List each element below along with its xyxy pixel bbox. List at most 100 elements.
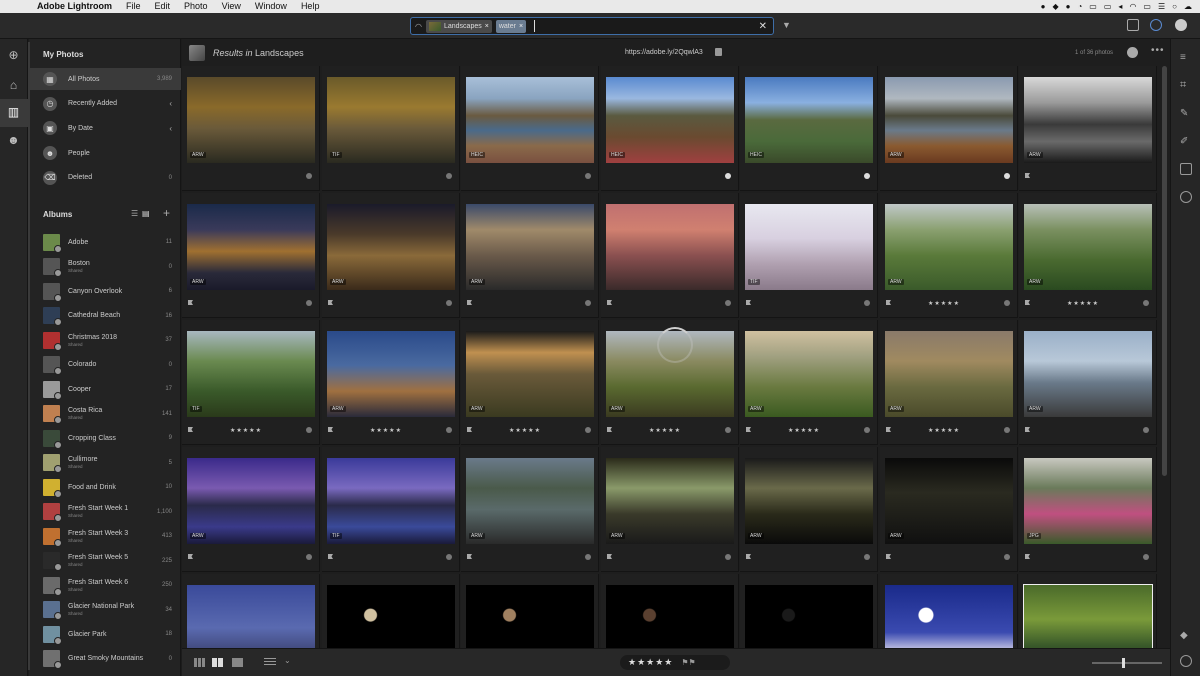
album-item[interactable]: Cropping Class 9 bbox=[29, 426, 181, 451]
photo-thumbnail[interactable] bbox=[1024, 331, 1152, 417]
photo-thumbnail-cell[interactable]: ARW ★★★★★ bbox=[740, 320, 878, 445]
add-album-icon[interactable]: + bbox=[163, 206, 170, 220]
star-rating[interactable]: ★★★★★ bbox=[880, 300, 1008, 307]
photo-thumbnail[interactable] bbox=[327, 77, 455, 163]
search-icon[interactable]: ○ bbox=[1172, 2, 1177, 11]
grid-scrollbar[interactable] bbox=[1162, 66, 1167, 476]
search-chip-keyword[interactable]: water × bbox=[495, 19, 527, 33]
flag-icon[interactable] bbox=[328, 554, 333, 559]
radial-filter-icon[interactable] bbox=[1180, 191, 1192, 203]
photo-thumbnail[interactable] bbox=[606, 204, 734, 290]
photo-thumbnail-cell[interactable]: ARW bbox=[1019, 66, 1157, 191]
photo-thumbnail[interactable] bbox=[1024, 77, 1152, 163]
nav-item-by-date[interactable]: ▣ By Date ‹ bbox=[29, 117, 181, 139]
flag-icon[interactable] bbox=[746, 554, 751, 559]
flag-icon[interactable] bbox=[607, 300, 612, 305]
creative-cloud-icon[interactable]: ● bbox=[1041, 2, 1046, 11]
photo-thumbnail[interactable] bbox=[745, 458, 873, 544]
healing-brush-icon[interactable]: ✎ bbox=[1180, 107, 1192, 119]
album-item[interactable]: Fresh Start Week 5 Shared 225 bbox=[29, 549, 181, 574]
photo-thumbnail-cell[interactable]: ARW bbox=[880, 66, 1018, 191]
edit-sliders-icon[interactable]: ≡ bbox=[1180, 51, 1192, 63]
rating-filter[interactable]: ★★★★★ ⚑⚑ bbox=[620, 655, 730, 670]
menu-view[interactable]: View bbox=[215, 0, 248, 13]
photo-thumbnail[interactable] bbox=[745, 77, 873, 163]
flag-icon[interactable] bbox=[188, 300, 193, 305]
star-rating[interactable]: ★★★★★ bbox=[1019, 300, 1147, 307]
flag-icon[interactable] bbox=[886, 554, 891, 559]
battery-icon[interactable]: ▭ bbox=[1143, 2, 1151, 11]
flag-icon[interactable] bbox=[467, 554, 472, 559]
photo-thumbnail-cell[interactable]: ARW ★★★★★ bbox=[880, 193, 1018, 318]
photo-thumbnail[interactable] bbox=[745, 331, 873, 417]
share-upload-icon[interactable] bbox=[1127, 19, 1139, 31]
search-input[interactable]: ◠ Landscapes × water × ✕ bbox=[410, 17, 774, 35]
info-icon[interactable] bbox=[1180, 655, 1192, 667]
photo-thumbnail[interactable] bbox=[466, 331, 594, 417]
photo-thumbnail-cell[interactable]: ARW bbox=[740, 447, 878, 572]
tag-icon[interactable]: ◆ bbox=[1180, 629, 1192, 641]
star-rating[interactable]: ★★★★★ bbox=[322, 427, 450, 434]
album-item[interactable]: Food and Drink 10 bbox=[29, 475, 181, 500]
photo-thumbnail[interactable] bbox=[745, 204, 873, 290]
photo-thumbnail-cell[interactable]: ARW bbox=[1019, 320, 1157, 445]
brush-icon[interactable]: ✐ bbox=[1180, 135, 1192, 147]
photo-thumbnail[interactable] bbox=[327, 204, 455, 290]
album-item[interactable]: Glacier Park 18 bbox=[29, 622, 181, 647]
sort-dropdown-chevron-icon[interactable]: ⌄ bbox=[284, 656, 291, 665]
album-item[interactable]: Cullimore Shared 5 bbox=[29, 451, 181, 476]
menu-photo[interactable]: Photo bbox=[177, 0, 215, 13]
photo-thumbnail[interactable] bbox=[885, 77, 1013, 163]
star-rating[interactable]: ★★★★★ bbox=[601, 427, 729, 434]
control-center-icon[interactable]: ☰ bbox=[1158, 2, 1165, 11]
album-item[interactable]: Cathedral Beach 16 bbox=[29, 304, 181, 329]
copy-link-icon[interactable] bbox=[715, 48, 722, 56]
flag-icon[interactable] bbox=[1025, 554, 1030, 559]
flag-icon[interactable] bbox=[467, 300, 472, 305]
home-icon[interactable]: ⌂ bbox=[7, 79, 20, 92]
photo-thumbnail-cell[interactable]: ARW bbox=[601, 447, 739, 572]
grid-view-icon[interactable]: ▤ bbox=[142, 209, 150, 218]
photo-thumbnail-cell[interactable]: HEIC bbox=[601, 66, 739, 191]
search-chip-album[interactable]: Landscapes × bbox=[425, 19, 492, 33]
flag-icon[interactable] bbox=[188, 554, 193, 559]
album-item[interactable]: Colorado 0 bbox=[29, 353, 181, 378]
photo-thumbnail[interactable] bbox=[187, 77, 315, 163]
photo-thumbnail[interactable] bbox=[885, 204, 1013, 290]
airplay-icon[interactable]: ▭ bbox=[1104, 2, 1112, 11]
timer-icon[interactable]: ◔ bbox=[1077, 2, 1082, 11]
photo-thumbnail[interactable] bbox=[885, 331, 1013, 417]
photo-thumbnail[interactable] bbox=[1024, 458, 1152, 544]
expand-chevron-icon[interactable]: ‹ bbox=[169, 99, 172, 108]
photo-thumbnail[interactable] bbox=[885, 458, 1013, 544]
sort-icon[interactable] bbox=[264, 658, 276, 667]
nav-item-all-photos[interactable]: ▦ All Photos 3,989 bbox=[29, 68, 181, 90]
photo-thumbnail-cell[interactable]: ARW ★★★★★ bbox=[1019, 193, 1157, 318]
more-options-icon[interactable]: ••• bbox=[1151, 45, 1165, 56]
rating-filter-stars[interactable]: ★★★★★ bbox=[628, 657, 673, 668]
volume-icon[interactable]: ◂ bbox=[1118, 2, 1122, 11]
star-rating[interactable]: ★★★★★ bbox=[740, 427, 868, 434]
photo-thumbnail-cell[interactable]: ARW bbox=[880, 447, 1018, 572]
album-item[interactable]: Costa Rica Shared 141 bbox=[29, 402, 181, 427]
remove-chip-icon[interactable]: × bbox=[485, 23, 489, 30]
flag-icon[interactable] bbox=[328, 300, 333, 305]
photo-thumbnail-cell[interactable]: ARW ★★★★★ bbox=[322, 320, 460, 445]
star-rating[interactable]: ★★★★★ bbox=[182, 427, 310, 434]
expand-chevron-icon[interactable]: ‹ bbox=[169, 124, 172, 133]
thumbnail-size-slider[interactable] bbox=[1092, 658, 1162, 668]
photo-thumbnail[interactable] bbox=[327, 458, 455, 544]
photo-thumbnail[interactable] bbox=[1024, 204, 1152, 290]
album-item[interactable]: Fresh Start Week 3 Shared 413 bbox=[29, 524, 181, 549]
account-icon[interactable] bbox=[1127, 47, 1138, 58]
photo-thumbnail-cell[interactable]: TIF bbox=[740, 193, 878, 318]
photo-grid-view-icon[interactable] bbox=[194, 658, 205, 667]
library-icon[interactable]: ▥ bbox=[7, 106, 20, 119]
album-item[interactable]: Boston Shared 0 bbox=[29, 255, 181, 280]
nav-item-recently-added[interactable]: ◷ Recently Added ‹ bbox=[29, 93, 181, 115]
photo-thumbnail[interactable] bbox=[187, 204, 315, 290]
display-icon[interactable]: ▭ bbox=[1089, 2, 1097, 11]
help-icon[interactable] bbox=[1150, 19, 1162, 31]
album-item[interactable]: Great Smoky Mountains 0 bbox=[29, 647, 181, 672]
album-item[interactable]: Canyon Overlook 6 bbox=[29, 279, 181, 304]
